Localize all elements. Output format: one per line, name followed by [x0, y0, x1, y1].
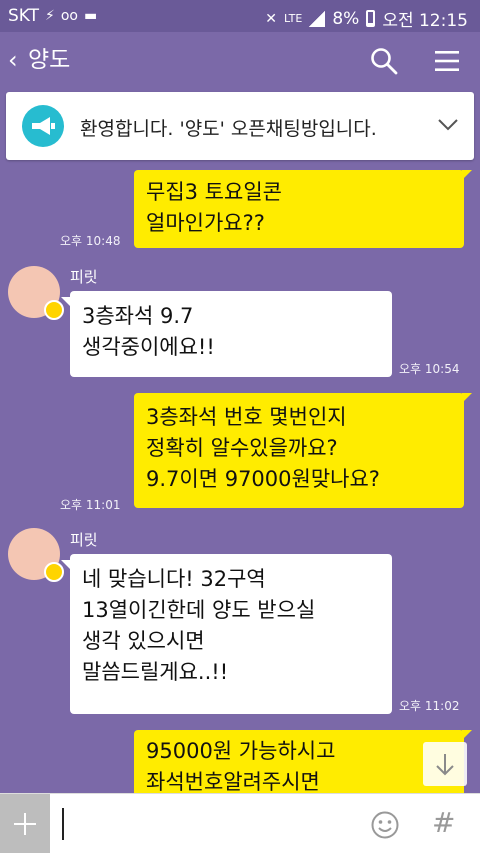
message-line: 말씀드릴게요..!! — [82, 660, 229, 684]
message-line: 95000원 가능하시고 — [146, 739, 336, 763]
plus-icon[interactable] — [0, 794, 50, 853]
message-line: 생각 있으시면 — [82, 629, 205, 653]
chat-title: 양도 — [28, 47, 71, 73]
message-line: 3층좌석 번호 몇번인지 — [146, 405, 347, 429]
message-line: 무집3 토요일콘 — [146, 180, 282, 204]
message-line: 3층좌석 9.7 — [82, 304, 194, 328]
mute-icon: ✕ — [265, 10, 278, 27]
battery-percent: 8% — [332, 8, 360, 29]
message-bubble-other[interactable]: 네 맞습니다! 32구역 13열이긴한데 양도 받으실 생각 있으시면 말씀드릴… — [70, 554, 392, 714]
carrier-logo-icon: ⚡ — [45, 8, 55, 24]
scroll-to-bottom-button[interactable] — [423, 742, 467, 786]
chat-header: ‹ 양도 — [0, 32, 480, 90]
message-time: 오후 10:48 — [60, 234, 121, 248]
sender-name: 피릿 — [70, 531, 98, 549]
search-icon[interactable] — [370, 47, 398, 75]
chevron-left-icon[interactable]: ‹ — [8, 46, 18, 74]
message-icon: ▬ — [84, 8, 98, 24]
bubble-tail — [462, 170, 472, 180]
message-line: 네 맞습니다! 32구역 — [82, 567, 266, 591]
signal-icon — [309, 10, 326, 27]
chevron-down-icon[interactable] — [436, 114, 460, 134]
emoticon-icon[interactable] — [370, 810, 400, 840]
arrow-down-icon — [436, 754, 454, 776]
status-bar: SKT ⚡ oo ▬ ✕ LTE 8% 오전 12:15 — [0, 0, 480, 32]
message-time: 오후 11:02 — [399, 699, 460, 713]
avatar[interactable] — [8, 266, 64, 320]
battery-icon — [366, 10, 376, 27]
avatar[interactable] — [8, 528, 64, 582]
message-bubble-mine[interactable]: 3층좌석 번호 몇번인지 정확히 알수있을까요? 9.7이면 97000원맞나요… — [134, 393, 464, 508]
notice-banner[interactable]: 환영합니다. '양도' 오픈채팅방입니다. — [6, 92, 474, 160]
voicemail-icon: oo — [60, 8, 78, 24]
lte-label: LTE — [284, 11, 303, 25]
bubble-tail — [462, 393, 472, 403]
bubble-tail — [61, 560, 71, 570]
notice-text: 환영합니다. '양도' 오픈채팅방입니다. — [80, 118, 377, 140]
sender-name: 피릿 — [70, 268, 98, 286]
message-time: 오후 10:54 — [399, 362, 460, 376]
message-line: 얼마인가요?? — [146, 211, 265, 235]
carrier-label: SKT — [8, 6, 40, 26]
message-bubble-other[interactable]: 3층좌석 9.7 생각중이에요!! — [70, 291, 392, 377]
message-line: 정확히 알수있을까요? — [146, 436, 338, 460]
megaphone-icon — [22, 105, 64, 147]
message-line: 좌석번호알려주시면 — [146, 770, 320, 793]
clock: 오전 12:15 — [382, 11, 468, 31]
message-time: 오후 11:01 — [60, 498, 121, 512]
message-line: 13열이긴한데 양도 받으실 — [82, 598, 316, 622]
chat-area[interactable]: 무집3 토요일콘 얼마인가요?? 오후 10:48 피릿 3층좌석 9.7 생각… — [0, 160, 480, 793]
message-line: 생각중이에요!! — [82, 335, 215, 359]
message-line: 9.7이면 97000원맞나요? — [146, 467, 380, 491]
hamburger-menu-icon[interactable] — [433, 49, 461, 73]
bubble-tail — [61, 297, 71, 307]
hashtag-button[interactable]: # — [432, 806, 455, 839]
message-input-bar: # — [0, 793, 480, 853]
message-bubble-mine[interactable]: 95000원 가능하시고 좌석번호알려주시면 — [134, 730, 464, 793]
text-caret — [62, 808, 64, 840]
bubble-tail — [462, 730, 472, 740]
message-input[interactable] — [58, 804, 348, 844]
message-bubble-mine[interactable]: 무집3 토요일콘 얼마인가요?? — [134, 170, 464, 248]
